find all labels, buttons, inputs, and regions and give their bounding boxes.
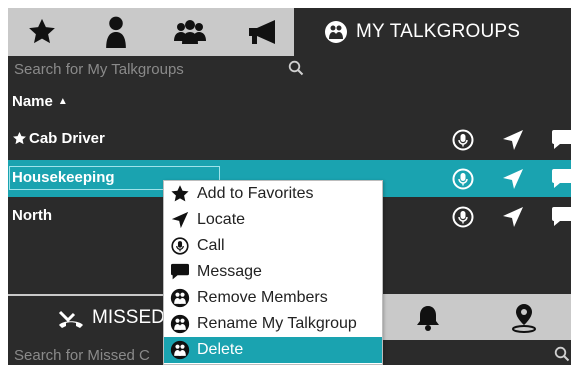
person-icon <box>106 16 126 48</box>
tab-icon-strip <box>8 8 294 56</box>
group-icon <box>167 285 193 311</box>
search-icon[interactable] <box>288 60 304 81</box>
locate-arrow-icon[interactable] <box>488 129 538 151</box>
chat-icon[interactable] <box>538 168 571 190</box>
favorite-star-icon <box>12 131 27 146</box>
menu-item-call[interactable]: Call <box>164 233 382 259</box>
tab-favorites[interactable] <box>10 8 74 56</box>
group-icon <box>174 20 206 44</box>
locate-arrow-icon[interactable] <box>488 168 538 190</box>
menu-item-label: Message <box>197 263 262 280</box>
menu-item-remove-members[interactable]: Remove Members <box>164 285 382 311</box>
tab-locations[interactable] <box>478 296 570 340</box>
menu-item-label: Locate <box>197 211 246 228</box>
bell-icon <box>417 306 439 331</box>
talkgroup-icon <box>324 20 348 44</box>
tab-my-talkgroups[interactable]: MY TALKGROUPS <box>294 8 571 56</box>
talkgroup-search-input[interactable] <box>14 58 304 80</box>
talkgroup-row[interactable]: Cab Driver <box>8 121 571 158</box>
sort-ascending-icon: ▲ <box>57 96 68 107</box>
group-icon <box>167 311 193 337</box>
megaphone-icon <box>249 20 275 44</box>
star-icon <box>29 18 55 44</box>
menu-item-message[interactable]: Message <box>164 259 382 285</box>
menu-item-label: Call <box>197 237 225 254</box>
menu-item-add-to-favorites[interactable]: Add to Favorites <box>164 181 382 207</box>
mic-icon <box>167 233 193 259</box>
talkgroup-name: Housekeeping <box>12 169 115 186</box>
top-tab-bar: MY TALKGROUPS <box>8 8 571 56</box>
menu-item-label: Delete <box>197 341 244 358</box>
mic-icon[interactable] <box>438 206 488 228</box>
tab-groups[interactable] <box>158 8 222 56</box>
tab-alerts[interactable] <box>382 296 474 340</box>
talkgroup-name: Cab Driver <box>29 130 105 147</box>
group-icon <box>167 337 193 363</box>
name-column-header[interactable]: Name ▲ <box>12 93 68 110</box>
search-icon[interactable] <box>554 346 570 365</box>
name-header-label: Name <box>12 93 53 110</box>
talkgroup-search-row <box>8 58 571 80</box>
chat-icon <box>167 259 193 285</box>
chat-icon[interactable] <box>538 129 571 151</box>
tab-contacts[interactable] <box>84 8 148 56</box>
map-pin-icon <box>512 304 536 333</box>
context-menu: Add to Favorites Locate Call Message Rem… <box>163 180 383 365</box>
tab-broadcast[interactable] <box>232 8 296 56</box>
menu-item-delete[interactable]: Delete <box>164 337 382 363</box>
menu-item-locate[interactable]: Locate <box>164 207 382 233</box>
mic-icon[interactable] <box>438 168 488 190</box>
star-icon <box>167 181 193 207</box>
missed-call-icon <box>58 308 84 328</box>
chat-icon[interactable] <box>538 206 571 228</box>
talkgroup-name: North <box>12 207 52 224</box>
mic-icon[interactable] <box>438 129 488 151</box>
locate-arrow-icon <box>167 207 193 233</box>
menu-item-rename-my-talkgroup[interactable]: Rename My Talkgroup <box>164 311 382 337</box>
menu-item-label: Add to Favorites <box>197 185 314 202</box>
menu-item-label: Rename My Talkgroup <box>197 315 357 332</box>
active-tab-label: MY TALKGROUPS <box>356 21 521 42</box>
locate-arrow-icon[interactable] <box>488 206 538 228</box>
menu-item-label: Remove Members <box>197 289 328 306</box>
